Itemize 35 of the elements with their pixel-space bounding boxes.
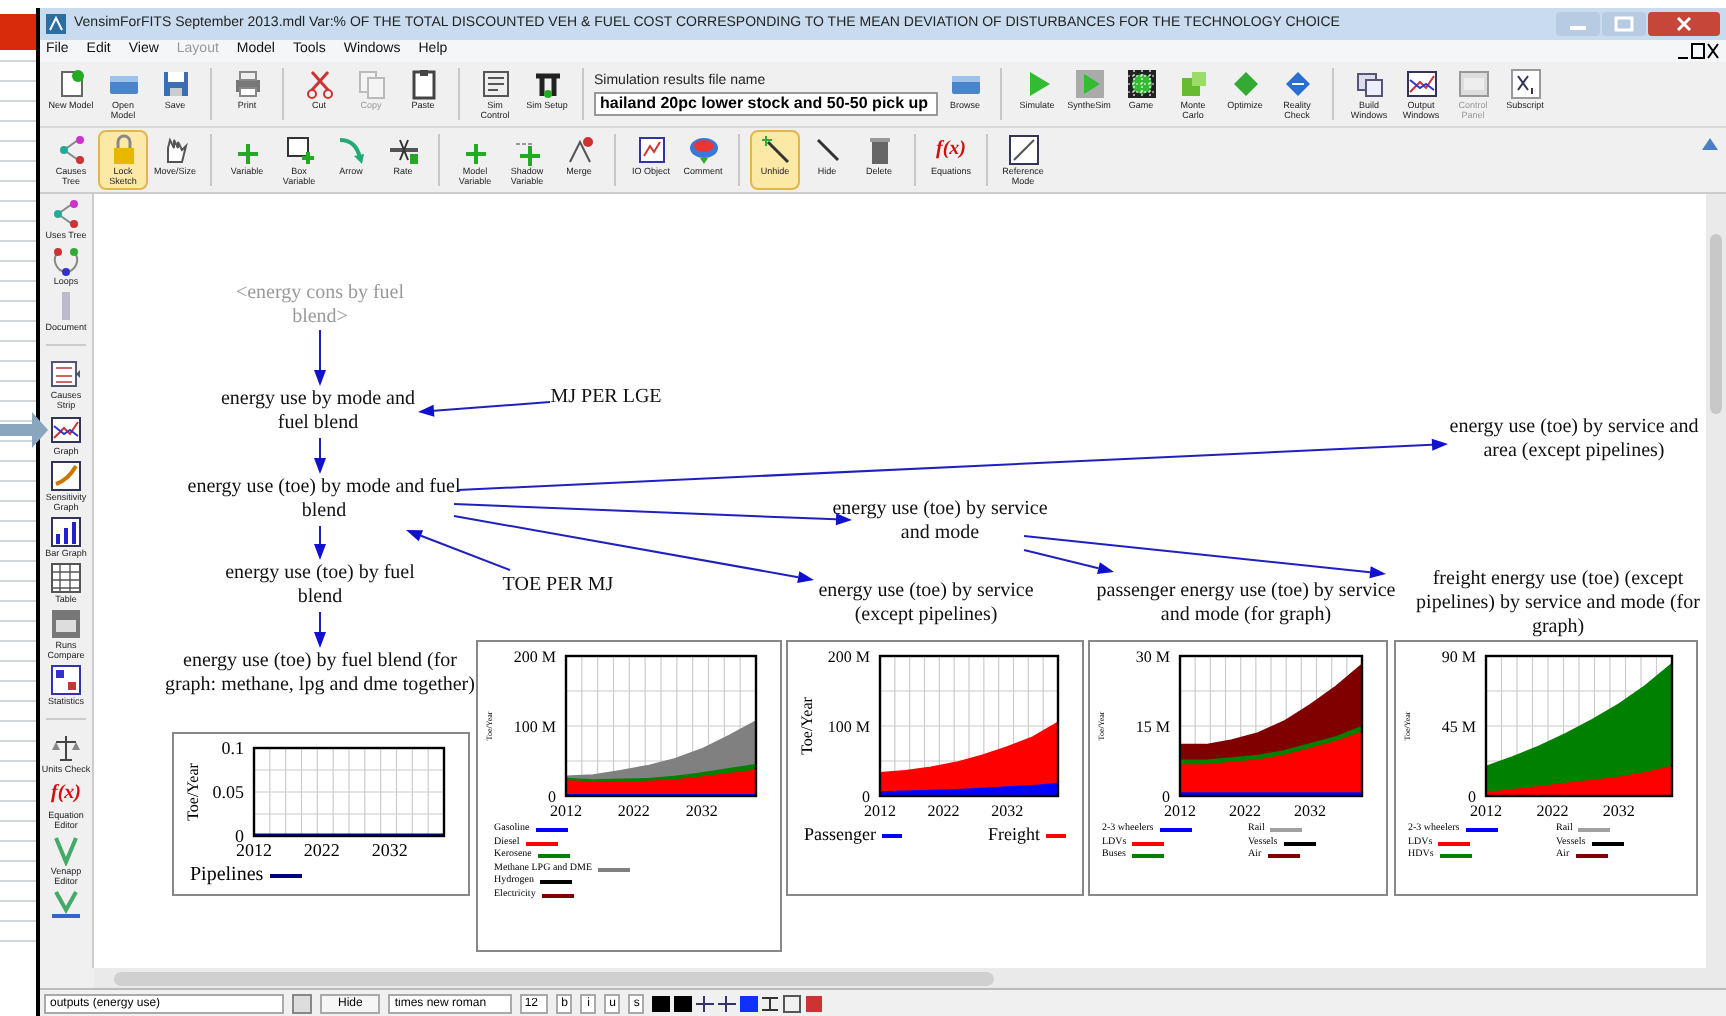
tick-label: 0 [1162, 788, 1170, 806]
axis-label: Toe/Year [184, 763, 202, 821]
tick-label: 30 M [1135, 648, 1170, 666]
tick-label: 2012 [1470, 802, 1502, 820]
legend-label: Passenger [804, 824, 876, 846]
tick-label: 2022 [1536, 802, 1569, 820]
legend-label: Freight [988, 824, 1040, 846]
tick-label: 2022 [1229, 802, 1261, 820]
tick-label: 2032 [685, 802, 718, 820]
tick-label: 2012 [1164, 802, 1196, 820]
tick-label: 2012 [550, 802, 582, 820]
tick-label: 0.05 [212, 782, 244, 802]
tick-label: 45 M [1441, 718, 1476, 736]
legend-label: Pipelines [190, 864, 264, 888]
axis-label: Toe/Year [798, 697, 816, 755]
tick-label: 15 M [1135, 718, 1170, 736]
tick-label: 200 M [513, 648, 556, 666]
tick-label: 2032 [1294, 802, 1326, 820]
tick-label: 0.1 [221, 738, 244, 758]
tick-label: 2032 [1602, 802, 1635, 820]
tick-label: 0 [235, 826, 244, 846]
tick-label: 2032 [371, 840, 408, 860]
tick-label: 90 M [1441, 648, 1476, 666]
tick-label: 200 M [827, 648, 870, 666]
tick-label: 100 M [827, 718, 870, 736]
tick-label: 2032 [991, 802, 1024, 820]
tick-label: 2022 [927, 802, 960, 820]
tick-label: 2012 [864, 802, 896, 820]
tick-label: 0 [862, 788, 870, 806]
tick-label: 2022 [617, 802, 650, 820]
tick-label: 100 M [513, 718, 556, 736]
tick-label: 2012 [236, 840, 272, 860]
tick-label: 2022 [303, 840, 340, 860]
tick-label: 0 [1468, 788, 1476, 806]
tick-label: 0 [548, 788, 556, 806]
